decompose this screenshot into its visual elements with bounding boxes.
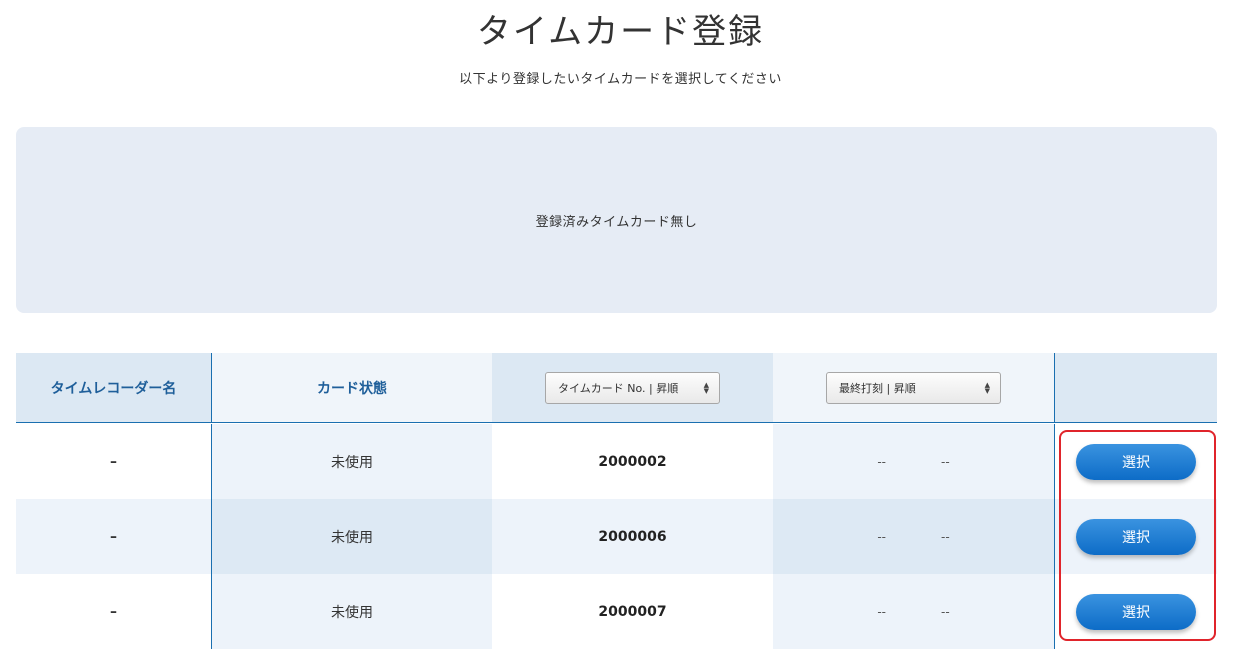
table-row: – 未使用 2000006 -- -- 選択 (16, 499, 1217, 574)
registered-cards-panel: 登録済みタイムカード無し (16, 127, 1217, 313)
card-status: 未使用 (331, 529, 373, 546)
table-row: – 未使用 2000002 -- -- 選択 (16, 424, 1217, 499)
empty-message: 登録済みタイムカード無し (535, 214, 698, 230)
last-punch-sort-label: 最終打刻 | 昇順 (839, 381, 916, 395)
sort-arrows-icon: ▲ ▼ (984, 380, 990, 395)
header-recorder-name: タイムレコーダー名 (16, 353, 211, 422)
last-punch: -- -- (877, 605, 949, 619)
card-status: 未使用 (331, 604, 373, 621)
select-button[interactable]: 選択 (1076, 593, 1196, 630)
last-punch-time: -- (941, 454, 950, 469)
card-status: 未使用 (331, 454, 373, 471)
page-title: タイムカード登録 (476, 12, 765, 52)
header-card-no: タイムカード No. | 昇順 ▲ ▼ (492, 353, 773, 422)
last-punch-date: -- (877, 454, 886, 469)
header-card-status-label: カード状態 (317, 380, 387, 397)
table-header-row: タイムレコーダー名 カード状態 タイムカード No. | 昇順 ▲ ▼ 最終打刻 … (16, 353, 1217, 423)
timecard-table: タイムレコーダー名 カード状態 タイムカード No. | 昇順 ▲ ▼ 最終打刻 … (16, 353, 1217, 651)
header-action (1054, 353, 1217, 422)
recorder-name: – (110, 453, 117, 470)
card-no-sort-select[interactable]: タイムカード No. | 昇順 ▲ ▼ (545, 371, 720, 404)
last-punch-time: -- (941, 529, 950, 544)
page-subtitle: 以下より登録したいタイムカードを選択してください (459, 72, 782, 87)
select-button[interactable]: 選択 (1076, 443, 1196, 480)
select-button[interactable]: 選択 (1076, 518, 1196, 555)
recorder-name: – (110, 528, 117, 545)
last-punch-sort-select[interactable]: 最終打刻 | 昇順 ▲ ▼ (826, 371, 1001, 404)
last-punch-date: -- (877, 529, 886, 544)
card-number: 2000002 (598, 453, 667, 470)
card-number: 2000007 (598, 603, 667, 620)
last-punch: -- -- (877, 530, 949, 544)
recorder-name: – (110, 603, 117, 620)
header-card-status: カード状態 (211, 353, 492, 422)
sort-arrows-icon: ▲ ▼ (703, 380, 709, 395)
last-punch-time: -- (941, 604, 950, 619)
card-no-sort-label: タイムカード No. | 昇順 (558, 381, 679, 395)
table-row: – 未使用 2000007 -- -- 選択 (16, 574, 1217, 649)
card-number: 2000006 (598, 528, 667, 545)
header-last-punch: 最終打刻 | 昇順 ▲ ▼ (773, 353, 1054, 422)
last-punch: -- -- (877, 455, 949, 469)
header-recorder-name-label: タイムレコーダー名 (50, 380, 177, 397)
last-punch-date: -- (877, 604, 886, 619)
